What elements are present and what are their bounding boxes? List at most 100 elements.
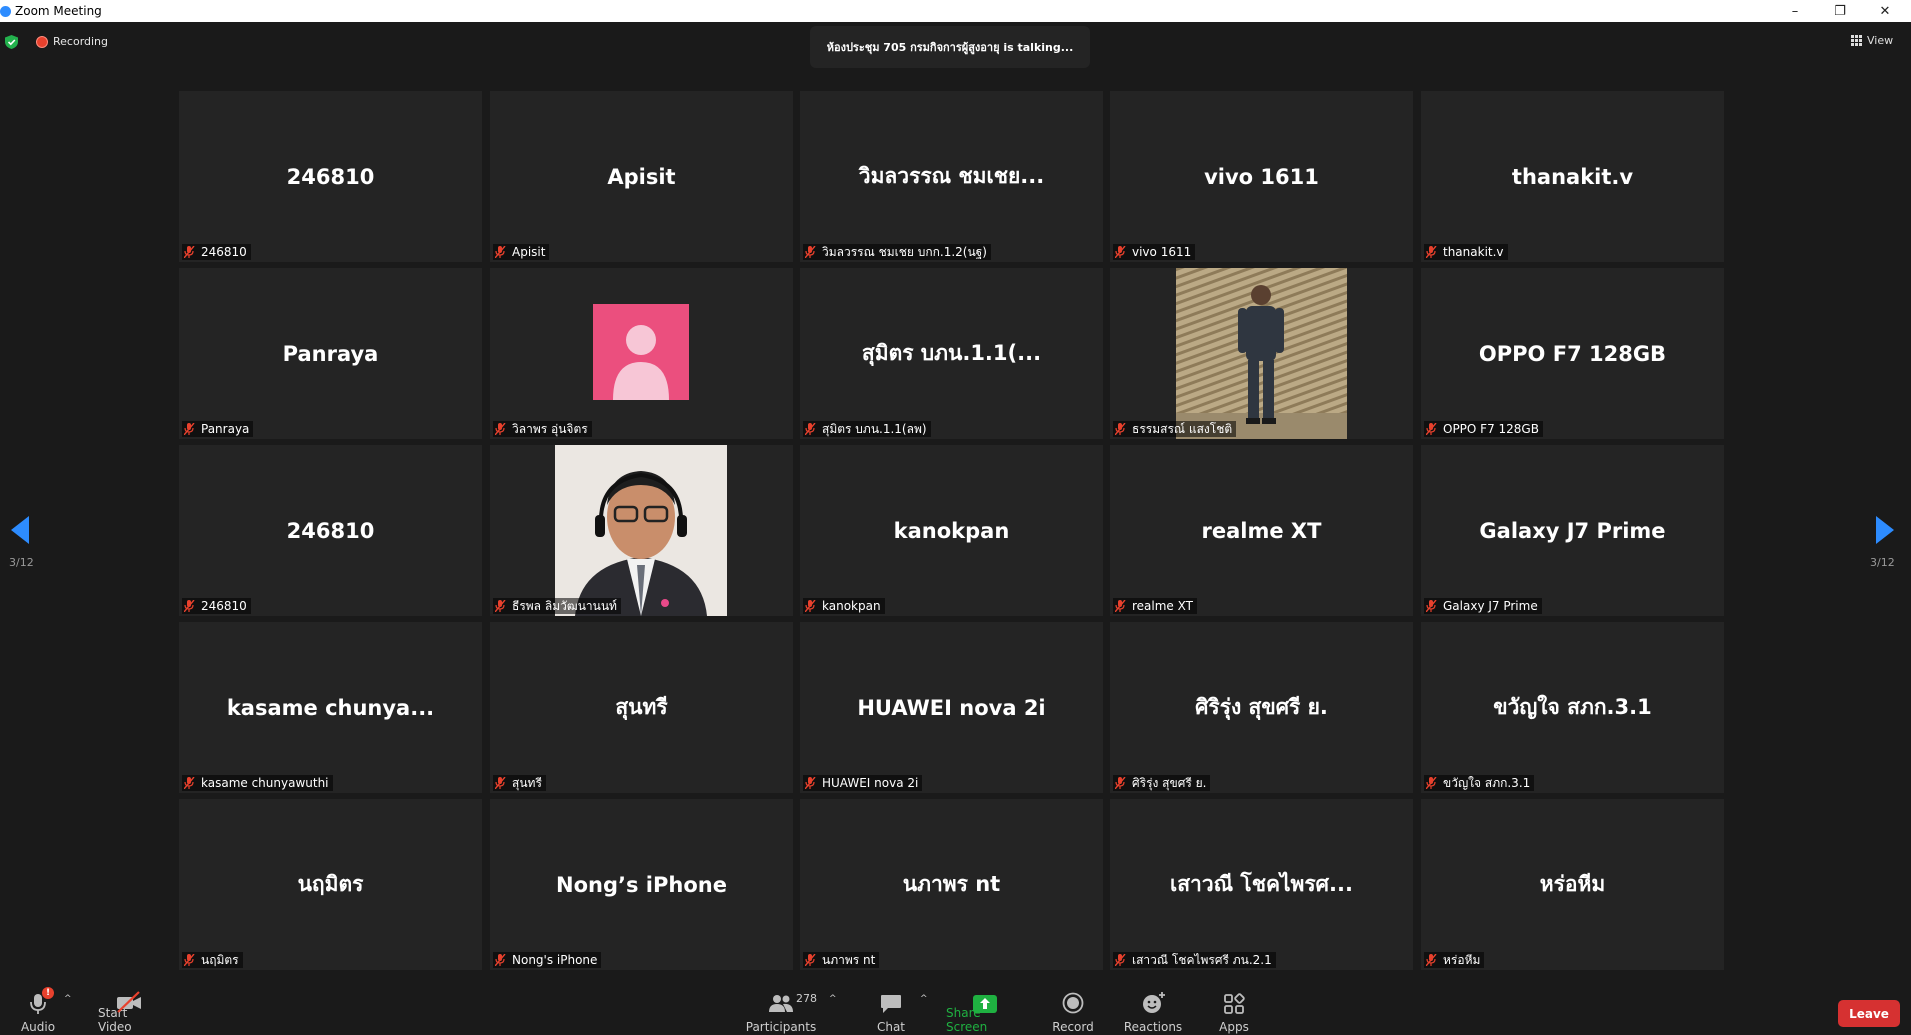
- minimize-button[interactable]: –: [1773, 0, 1817, 22]
- chat-options-caret-icon[interactable]: ^: [920, 994, 928, 1004]
- participant-tile[interactable]: vivo 1611 vivo 1611: [1110, 91, 1413, 262]
- participant-label-text: vivo 1611: [1132, 245, 1192, 259]
- participants-options-caret-icon[interactable]: ^: [829, 994, 837, 1004]
- participant-name-label: สุมิตร บภน.1.1(ลพ): [803, 421, 931, 437]
- window-title-bar: Zoom Meeting: [0, 0, 1911, 22]
- participants-count: 278: [796, 992, 817, 1005]
- participant-tile[interactable]: HUAWEI nova 2i HUAWEI nova 2i: [800, 622, 1103, 793]
- participant-tile[interactable]: Nong’s iPhone Nong's iPhone: [490, 799, 793, 970]
- muted-mic-icon: [805, 423, 816, 435]
- participant-display-name: vivo 1611: [1204, 164, 1319, 189]
- participant-tile[interactable]: หร่อหีม หร่อหีม: [1421, 799, 1724, 970]
- close-button[interactable]: ✕: [1863, 0, 1907, 22]
- participant-tile[interactable]: 246810 246810: [179, 445, 482, 616]
- recording-dot-icon: [36, 35, 48, 48]
- restore-button[interactable]: ❐: [1818, 0, 1862, 22]
- participant-label-text: OPPO F7 128GB: [1443, 422, 1539, 436]
- participant-tile[interactable]: Galaxy J7 Prime Galaxy J7 Prime: [1421, 445, 1724, 616]
- gallery-grid: 246810 246810 Apisit Apisit วิมลวรรณ ชมเ…: [179, 91, 1724, 971]
- participant-tile[interactable]: เสาวณี โชคไพรศ... เสาวณี โชคไพรศรี ภน.2.…: [1110, 799, 1413, 970]
- share-screen-arrow-icon: [973, 995, 997, 1013]
- participant-tile[interactable]: ธรรมสรณ์ แสงโชติ: [1110, 268, 1413, 439]
- muted-mic-icon: [184, 954, 195, 966]
- participant-tile[interactable]: realme XT realme XT: [1110, 445, 1413, 616]
- start-video-button[interactable]: Start Video: [98, 982, 160, 1035]
- reactions-label: Reactions: [1123, 1020, 1183, 1034]
- next-page-arrow-icon[interactable]: [1876, 516, 1894, 544]
- participant-tile[interactable]: thanakit.v thanakit.v: [1421, 91, 1724, 262]
- person-silhouette-icon: [613, 325, 669, 400]
- participant-label-text: Apisit: [512, 245, 546, 259]
- participant-tile[interactable]: kanokpan kanokpan: [800, 445, 1103, 616]
- participant-tile[interactable]: ศิริรุ่ง สุขศรี ย. ศิริรุ่ง สุขศรี ย.: [1110, 622, 1413, 793]
- participant-name-label: realme XT: [1113, 598, 1197, 614]
- participants-button[interactable]: 278 Participants: [746, 982, 817, 1035]
- participant-name-label: Nong's iPhone: [493, 952, 602, 968]
- participant-label-text: สุนทรี: [512, 775, 542, 790]
- muted-mic-icon: [1426, 777, 1437, 789]
- muted-mic-icon: [1426, 246, 1437, 258]
- participant-name-label: Galaxy J7 Prime: [1424, 598, 1542, 614]
- encryption-shield-icon[interactable]: [5, 35, 18, 49]
- chat-bubble-icon: [881, 995, 901, 1013]
- recording-indicator[interactable]: Recording: [36, 35, 108, 48]
- participant-tile[interactable]: วิลาพร อุ่นจิตร: [490, 268, 793, 439]
- share-screen-button[interactable]: Share Screen: [946, 982, 1022, 1035]
- muted-mic-icon: [805, 777, 816, 789]
- participant-tile[interactable]: วิมลวรรณ ชมเชย... วิมลวรรณ ชมเชย บกก.1.2…: [800, 91, 1103, 262]
- apps-label: Apps: [1219, 1020, 1249, 1034]
- participant-name-label: Apisit: [493, 244, 550, 260]
- record-button[interactable]: Record: [1050, 982, 1096, 1035]
- participant-video-feed: [555, 445, 727, 616]
- participant-label-text: realme XT: [1132, 599, 1193, 613]
- video-frame-man-with-headset: [555, 445, 727, 616]
- participant-display-name: Panraya: [282, 341, 379, 366]
- participant-label-text: วิลาพร อุ่นจิตร: [512, 421, 588, 436]
- zoom-app-icon: [0, 5, 11, 17]
- participant-tile[interactable]: kasame chunya... kasame chunyawuthi: [179, 622, 482, 793]
- participant-display-name: Nong’s iPhone: [556, 872, 727, 897]
- participant-tile[interactable]: สุมิตร บภน.1.1(... สุมิตร บภน.1.1(ลพ): [800, 268, 1103, 439]
- participant-label-text: Nong's iPhone: [512, 953, 598, 967]
- previous-page-arrow-icon[interactable]: [11, 516, 29, 544]
- participant-display-name: นฤมิตร: [297, 872, 364, 896]
- participant-display-name: kanokpan: [893, 518, 1010, 543]
- muted-mic-icon: [495, 954, 506, 966]
- leave-meeting-button[interactable]: Leave: [1838, 1000, 1900, 1027]
- participant-name-label: หร่อหีม: [1424, 952, 1485, 968]
- participant-label-text: 246810: [201, 245, 247, 259]
- participant-video-feed: [1176, 268, 1347, 439]
- window-title: Zoom Meeting: [15, 4, 102, 18]
- participant-tile[interactable]: ธีรพล ลิมวัฒนานนท์: [490, 445, 793, 616]
- muted-mic-icon: [184, 777, 195, 789]
- apps-icon: [1224, 993, 1245, 1014]
- audio-button[interactable]: ! Audio: [18, 982, 58, 1035]
- muted-mic-icon: [1115, 954, 1126, 966]
- participant-tile[interactable]: สุนทรี สุนทรี: [490, 622, 793, 793]
- chat-button[interactable]: Chat: [874, 982, 908, 1035]
- page-indicator-right: 3/12: [1870, 556, 1895, 569]
- view-button[interactable]: View: [1851, 34, 1893, 47]
- participant-tile[interactable]: Panraya Panraya: [179, 268, 482, 439]
- participant-tile[interactable]: ขวัญใจ สภก.3.1 ขวัญใจ สภก.3.1: [1421, 622, 1724, 793]
- participant-display-name: 246810: [286, 164, 375, 189]
- participant-tile[interactable]: 246810 246810: [179, 91, 482, 262]
- participant-label-text: 246810: [201, 599, 247, 613]
- participant-tile[interactable]: นฤมิตร นฤมิตร: [179, 799, 482, 970]
- muted-mic-icon: [1426, 423, 1437, 435]
- apps-button[interactable]: Apps: [1216, 982, 1252, 1035]
- participant-tile[interactable]: Apisit Apisit: [490, 91, 793, 262]
- video-frame-standing-person: [1176, 268, 1347, 439]
- participant-name-label: HUAWEI nova 2i: [803, 775, 923, 791]
- participant-tile[interactable]: OPPO F7 128GB OPPO F7 128GB: [1421, 268, 1724, 439]
- participant-display-name: OPPO F7 128GB: [1478, 341, 1667, 366]
- reactions-button[interactable]: Reactions: [1124, 982, 1182, 1035]
- participant-tile[interactable]: นภาพร nt นภาพร nt: [800, 799, 1103, 970]
- muted-mic-icon: [495, 777, 506, 789]
- muted-mic-icon: [1115, 777, 1126, 789]
- audio-options-caret-icon[interactable]: ^: [64, 994, 72, 1004]
- record-icon: [1062, 992, 1084, 1014]
- page-indicator-left: 3/12: [9, 556, 34, 569]
- participant-name-label: Panraya: [182, 421, 254, 437]
- muted-mic-icon: [495, 246, 506, 258]
